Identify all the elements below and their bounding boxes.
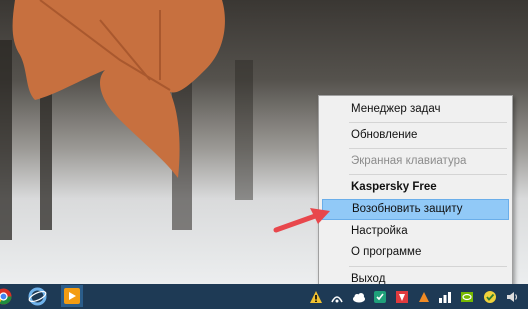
volume-icon[interactable]: [505, 290, 519, 304]
menu-separator: [349, 148, 507, 149]
annotation-arrow: [273, 208, 330, 233]
menu-item-settings[interactable]: Настройка: [322, 221, 509, 242]
update-icon[interactable]: [483, 290, 497, 304]
menu-item-about[interactable]: О программе: [322, 242, 509, 263]
shield-icon[interactable]: [373, 290, 387, 304]
menu-separator: [349, 266, 507, 267]
network-icon[interactable]: [438, 290, 452, 304]
menu-item-kaspersky-free[interactable]: Kaspersky Free: [322, 177, 509, 198]
menu-item-update[interactable]: Обновление: [322, 125, 509, 146]
nvidia-icon[interactable]: [460, 290, 474, 304]
chrome-icon[interactable]: [0, 287, 13, 306]
app-icon[interactable]: [417, 290, 431, 304]
cloud-icon[interactable]: [352, 290, 366, 304]
taskbar: [0, 284, 528, 309]
kaspersky-icon[interactable]: [395, 290, 409, 304]
connection-icon[interactable]: [330, 290, 344, 304]
autumn-leaf-image: [12, 0, 225, 178]
warning-icon[interactable]: [309, 290, 323, 304]
tray-context-menu: Менеджер задач Обновление Экранная клави…: [318, 95, 513, 293]
menu-item-onscreen-keyboard[interactable]: Экранная клавиатура: [322, 151, 509, 172]
browser-icon[interactable]: [28, 287, 47, 306]
menu-item-resume-protection[interactable]: Возобновить защиту: [322, 199, 509, 220]
media-player-icon[interactable]: [61, 285, 83, 307]
menu-separator: [349, 122, 507, 123]
menu-item-task-manager[interactable]: Менеджер задач: [322, 99, 509, 120]
menu-separator: [349, 174, 507, 175]
